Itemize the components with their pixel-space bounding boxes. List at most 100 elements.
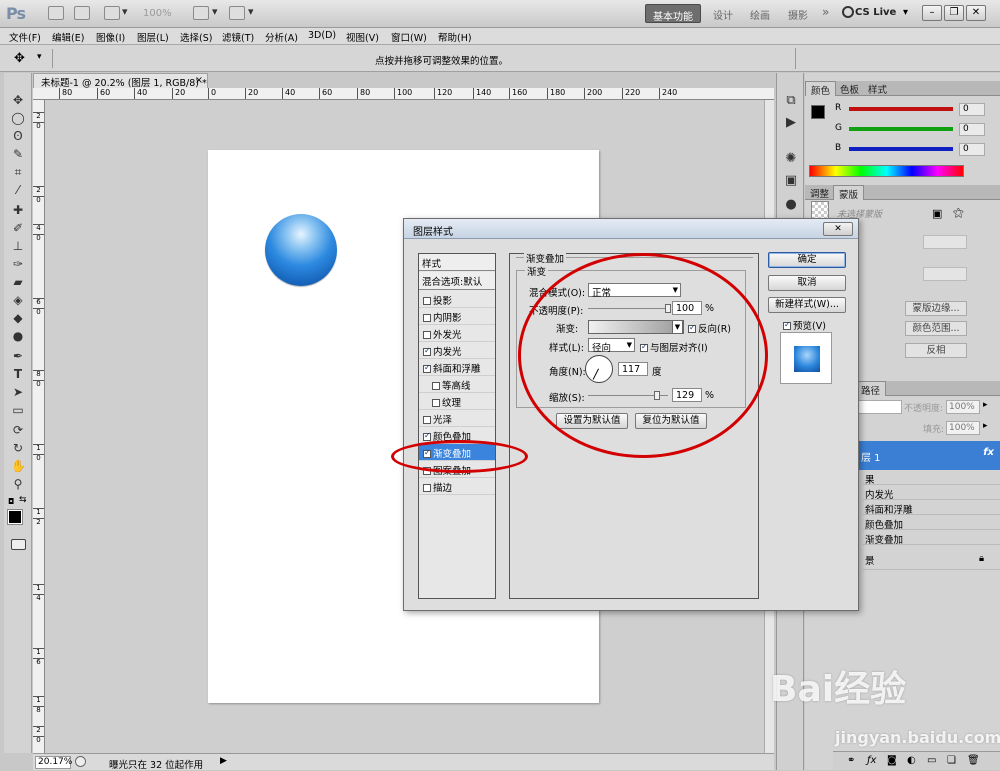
pixel-mask-icon[interactable]: ▣ (932, 207, 942, 220)
3d-orbit-tool-icon[interactable]: ↻ (11, 441, 25, 455)
effect-bevel-emboss[interactable]: 斜面和浮雕 (863, 500, 1000, 516)
menu-image[interactable]: 图像(I) (96, 30, 125, 44)
color-spectrum-bar[interactable] (809, 165, 964, 177)
chevron-down-icon[interactable]: ▾ (903, 7, 908, 18)
clone-stamp-tool-icon[interactable]: ⊥ (11, 239, 25, 253)
foreground-color-swatch[interactable] (7, 509, 23, 525)
style-item[interactable]: 外发光 (419, 325, 495, 342)
menu-view[interactable]: 视图(V) (346, 30, 379, 44)
checkbox-icon[interactable] (432, 399, 440, 407)
eraser-tool-icon[interactable]: ▰ (11, 275, 25, 289)
fill-field[interactable]: 100% (946, 421, 980, 435)
style-item[interactable]: 内阴影 (419, 308, 495, 325)
menu-layer[interactable]: 图层(L) (137, 30, 169, 44)
move-tool-icon[interactable]: ✥ (14, 51, 25, 66)
shape-tool-icon[interactable]: ▭ (11, 403, 25, 417)
tab-masks[interactable]: 蒙版 (833, 185, 865, 201)
menu-filter[interactable]: 滤镜(T) (222, 30, 254, 44)
cs-live-icon[interactable] (842, 6, 854, 18)
quick-mask-icon[interactable] (11, 539, 26, 550)
checkbox-icon[interactable] (783, 320, 791, 330)
effect-color-overlay[interactable]: 颜色叠加 (863, 515, 1000, 531)
close-icon[interactable]: ✕ (823, 222, 853, 236)
trash-icon[interactable]: 🗑︎ (967, 755, 980, 766)
background-layer-row[interactable]: 景 🔒︎ (863, 548, 1000, 570)
menu-edit[interactable]: 编辑(E) (52, 30, 84, 44)
screen-mode-icon[interactable] (229, 6, 245, 20)
tab-swatches[interactable]: 色板 (835, 81, 864, 96)
menu-analysis[interactable]: 分析(A) (265, 30, 298, 44)
menu-3d[interactable]: 3D(D) (308, 30, 336, 41)
style-item[interactable]: 斜面和浮雕 (419, 359, 495, 376)
blending-options-item[interactable]: 混合选项:默认 (419, 272, 495, 290)
checkbox-icon[interactable] (423, 363, 431, 373)
style-item[interactable]: 内发光 (419, 342, 495, 359)
red-value-field[interactable]: 0 (959, 103, 985, 116)
effect-inner-glow[interactable]: 内发光 (863, 485, 1000, 501)
style-item[interactable]: 描边 (419, 478, 495, 495)
checkbox-icon[interactable] (423, 416, 431, 424)
marquee-tool-icon[interactable]: ◯ (11, 111, 25, 125)
zoom-level-dropdown[interactable]: 100% (143, 8, 172, 19)
menu-window[interactable]: 窗口(W) (391, 30, 427, 44)
cs-live-label[interactable]: CS Live (855, 7, 896, 18)
path-select-tool-icon[interactable]: ➤ (11, 385, 25, 399)
fx-icon[interactable]: fx (983, 447, 994, 458)
quick-select-tool-icon[interactable]: ✎ (11, 147, 25, 161)
opacity-field[interactable]: 100% (946, 400, 980, 414)
type-tool-icon[interactable]: T (11, 367, 25, 381)
chevron-down-icon[interactable]: ▾ (212, 5, 218, 18)
cancel-button[interactable]: 取消 (768, 275, 846, 291)
crop-tool-icon[interactable]: ⌗ (11, 165, 25, 179)
info-panel-icon[interactable]: ● (783, 197, 799, 213)
vector-mask-icon[interactable]: ⚝ (953, 206, 964, 220)
slider-track[interactable] (849, 107, 953, 111)
image-panel-icon[interactable]: ▣ (783, 173, 799, 189)
feather-field[interactable] (923, 267, 967, 281)
menu-select[interactable]: 选择(S) (180, 30, 212, 44)
more-workspaces-icon[interactable]: » (815, 2, 836, 21)
lasso-tool-icon[interactable]: ʘ (11, 129, 25, 143)
arrange-documents-icon[interactable] (193, 6, 209, 20)
blue-sphere-shape[interactable] (265, 214, 337, 286)
tab-color[interactable]: 颜色 (805, 81, 837, 97)
checkbox-icon[interactable] (423, 331, 431, 339)
layer-row-selected[interactable]: 层 1 fx (855, 441, 1000, 470)
eyedropper-tool-icon[interactable]: ⁄ (11, 183, 25, 197)
slider-track[interactable] (849, 127, 953, 131)
green-value-field[interactable]: 0 (959, 123, 985, 136)
checkbox-icon[interactable] (423, 484, 431, 492)
workspace-painting-button[interactable]: 绘画 (743, 4, 777, 23)
new-style-button[interactable]: 新建样式(W)... (768, 297, 846, 313)
slider-track[interactable] (849, 147, 953, 151)
workspace-photography-button[interactable]: 摄影 (781, 4, 815, 23)
move-tool-icon[interactable]: ✥ (11, 93, 25, 107)
chevron-right-icon[interactable]: ▸ (983, 421, 988, 431)
brush-tool-icon[interactable]: ✐ (11, 221, 25, 235)
pen-tool-icon[interactable]: ✒ (11, 349, 25, 363)
blue-slider[interactable]: B 0 (835, 143, 995, 156)
swap-colors-icon[interactable]: ⇆ (19, 495, 27, 505)
invert-button[interactable]: 反相 (905, 343, 967, 358)
effect-gradient-overlay[interactable]: 渐变叠加 (863, 530, 1000, 546)
new-group-icon[interactable]: ▭ (927, 755, 936, 766)
new-layer-icon[interactable]: ❏ (947, 755, 956, 766)
hand-tool-icon[interactable]: ✋ (11, 459, 26, 473)
status-info-icon[interactable] (75, 756, 86, 767)
healing-brush-tool-icon[interactable]: ✚ (11, 203, 25, 217)
view-extras-icon[interactable] (104, 6, 120, 20)
history-brush-tool-icon[interactable]: ✑ (11, 257, 25, 271)
menu-file[interactable]: 文件(F) (9, 30, 41, 44)
document-tab[interactable]: 未标题-1 @ 20.2% (图层 1, RGB/8) * × (33, 73, 208, 89)
style-item[interactable]: 等高线 (419, 376, 495, 393)
status-zoom-input[interactable]: 20.17% (35, 756, 72, 769)
preview-checkbox[interactable]: 预览(V) (783, 318, 826, 332)
default-colors-icon[interactable]: ◘ (8, 497, 14, 506)
red-slider[interactable]: R 0 (835, 103, 995, 116)
workspace-essentials-button[interactable]: 基本功能 (645, 4, 701, 23)
tab-paths[interactable]: 路径 (855, 381, 887, 397)
dialog-titlebar[interactable]: 图层样式 ✕ (404, 219, 858, 239)
ok-button[interactable]: 确定 (768, 252, 846, 268)
adjustment-layer-icon[interactable]: ◐ (907, 755, 916, 766)
style-item[interactable]: 投影 (419, 291, 495, 308)
